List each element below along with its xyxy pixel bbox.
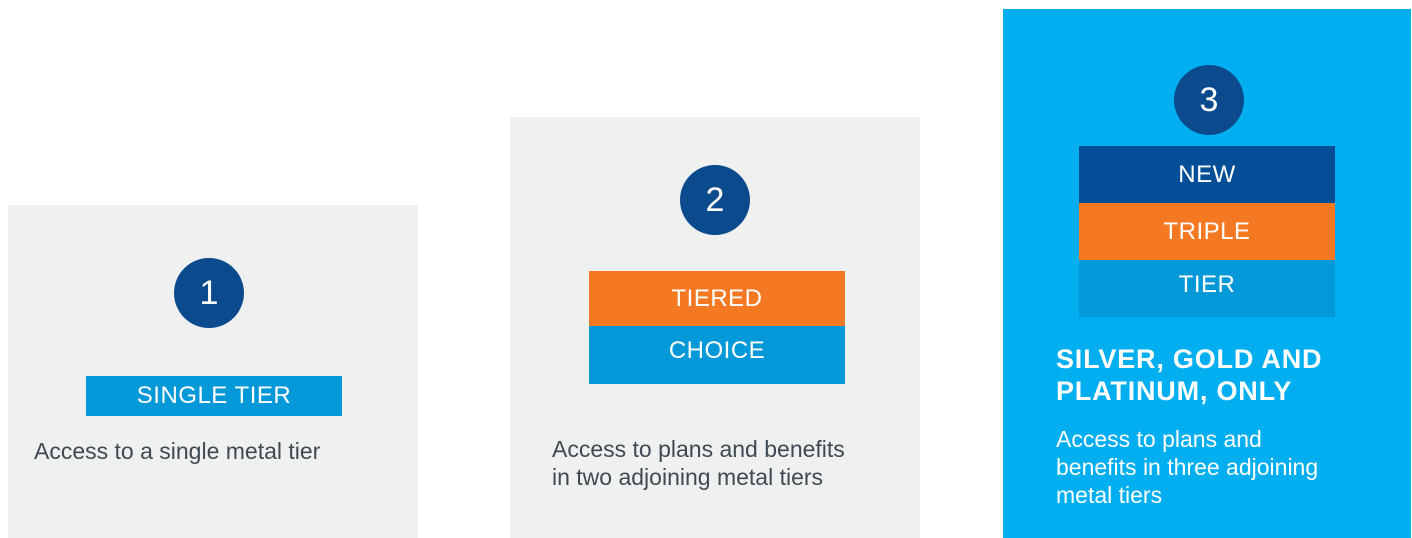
tier-number-badge: 2 — [680, 165, 750, 235]
tier-description-line: benefits in three adjoining — [1056, 454, 1319, 480]
tier-description: Access to plans and benefits in three ad… — [1056, 425, 1406, 509]
tier-band-triple: TRIPLE — [1079, 203, 1335, 260]
tier-description: Access to a single metal tier — [34, 438, 321, 464]
tier-description-line: in two adjoining metal tiers — [552, 464, 824, 490]
tier-band-new: NEW — [1079, 146, 1335, 203]
tier-headline-line: SILVER, GOLD AND — [1056, 344, 1323, 374]
tier-card-single: 1 SINGLE TIER Access to a single metal t… — [8, 205, 418, 538]
tier-description: Access to plans and benefits in two adjo… — [552, 435, 920, 491]
tier-card-tiered-choice: 2 TIERED CHOICE Access to plans and bene… — [510, 117, 920, 538]
tier-band-tiered: TIERED — [589, 271, 845, 326]
tier-band-choice: CHOICE — [589, 326, 845, 384]
tier-number-badge: 3 — [1174, 65, 1244, 135]
tier-description-line: metal tiers — [1056, 482, 1163, 508]
tier-band-tier: TIER — [1079, 260, 1335, 317]
tier-description-line: Access to plans and — [1056, 426, 1262, 452]
tier-headline: SILVER, GOLD AND PLATINUM, ONLY — [1056, 343, 1406, 407]
tier-number-badge: 1 — [174, 258, 244, 328]
tier-band-single-tier: SINGLE TIER — [86, 376, 342, 416]
tier-description-line: Access to plans and benefits — [552, 436, 845, 462]
tier-headline-line: PLATINUM, ONLY — [1056, 376, 1293, 406]
tier-card-triple: 3 NEW TRIPLE TIER SILVER, GOLD AND PLATI… — [1003, 9, 1411, 538]
